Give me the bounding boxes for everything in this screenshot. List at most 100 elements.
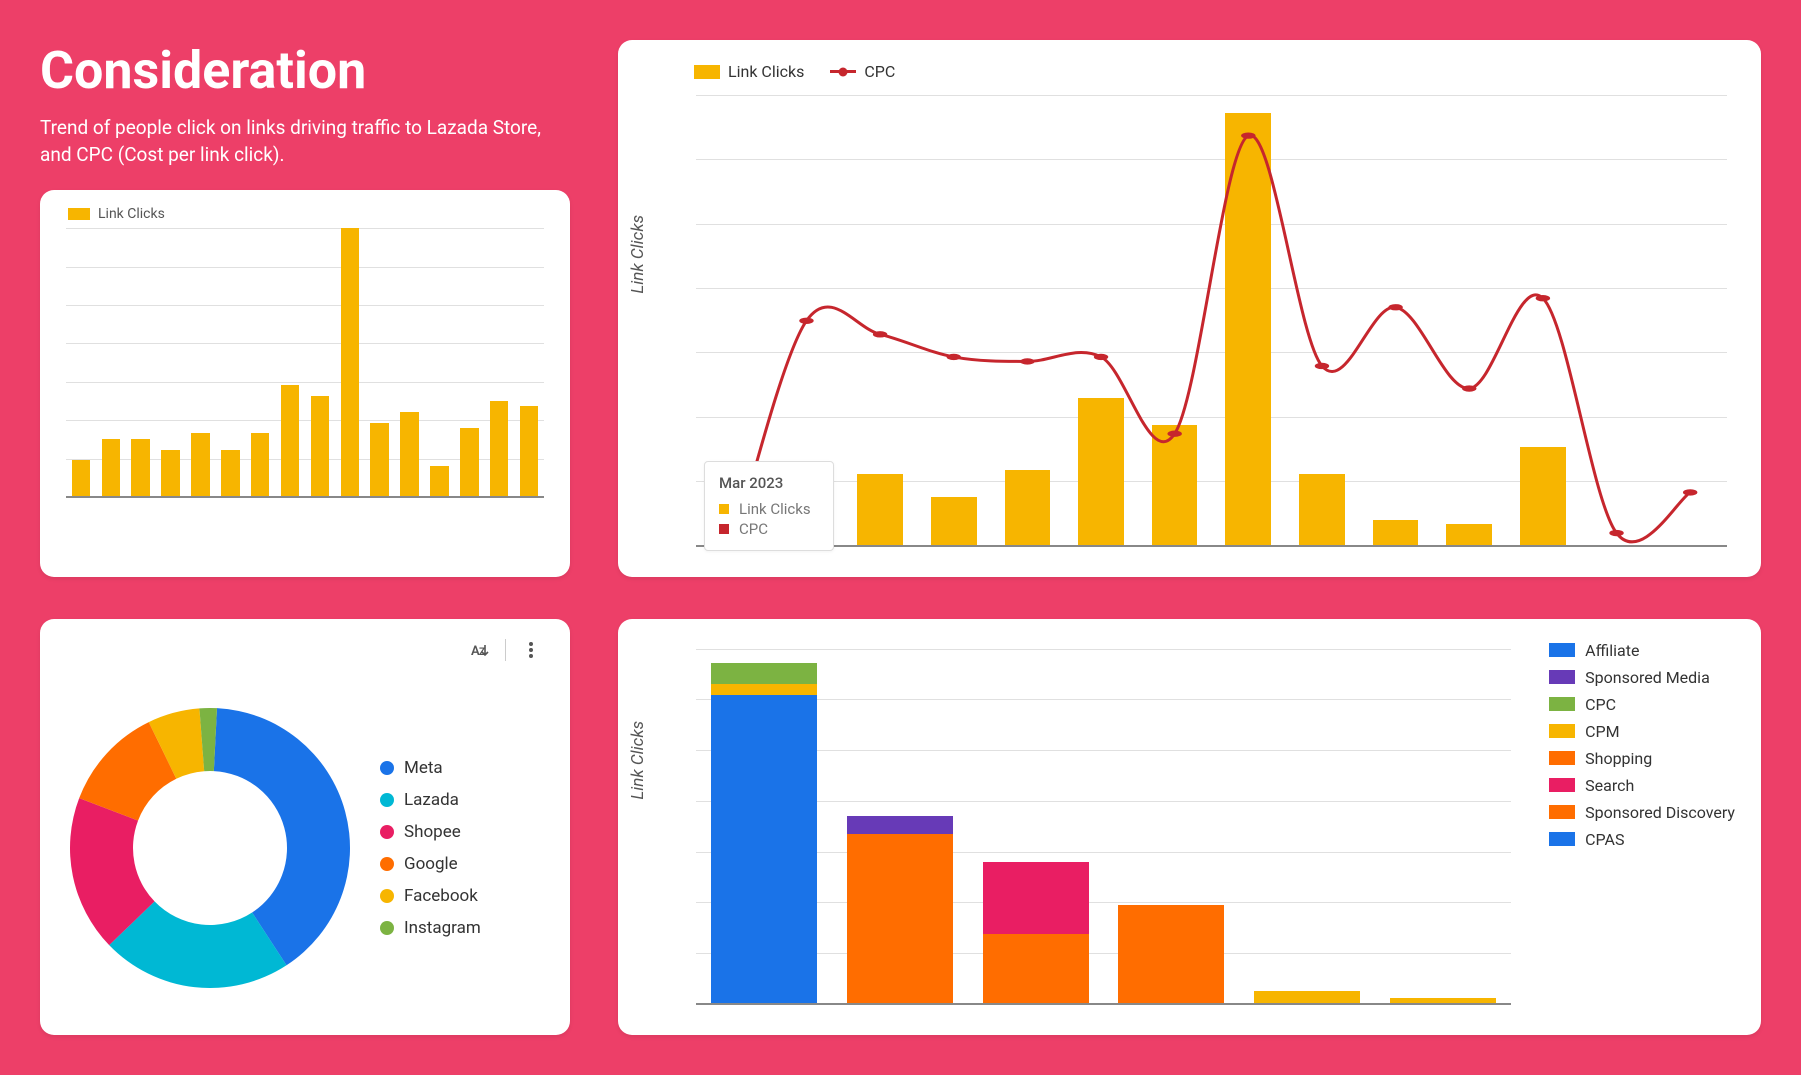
cpc-point[interactable] xyxy=(1536,295,1550,301)
stacked-bar[interactable] xyxy=(1390,649,1496,1005)
mini-bar[interactable] xyxy=(311,396,330,499)
stacked-bar[interactable] xyxy=(711,649,817,1005)
mini-bar[interactable] xyxy=(370,423,389,499)
cpc-point[interactable] xyxy=(1167,431,1181,437)
stack-segment-sponsored_media[interactable] xyxy=(847,816,953,834)
page-title: Consideration xyxy=(40,40,570,101)
stack-segment-cpc_cat[interactable] xyxy=(711,663,817,684)
stacked-ylabel: Link Clicks xyxy=(628,721,648,800)
donut-legend-item[interactable]: Shopee xyxy=(380,822,481,842)
stack-legend-item[interactable]: CPM xyxy=(1549,722,1735,741)
mini-bar[interactable] xyxy=(281,385,300,498)
cpc-line[interactable] xyxy=(733,135,1690,546)
mini-bar[interactable] xyxy=(341,228,360,498)
mini-bar[interactable] xyxy=(520,406,539,498)
mini-bar[interactable] xyxy=(191,433,210,498)
cpc-point[interactable] xyxy=(947,354,961,360)
stacked-bar[interactable] xyxy=(1118,649,1224,1005)
combo-chart-card: Link Clicks CPC Link Clicks Mar 2023 Lin… xyxy=(618,40,1761,577)
stacked-bar[interactable] xyxy=(983,649,1089,1005)
stack-legend-item[interactable]: Search xyxy=(1549,776,1735,795)
donut-chart[interactable] xyxy=(70,708,350,988)
stacked-bar-card: Link Clicks Affiliate Sponsored Media CPC C… xyxy=(618,619,1761,1035)
stack-legend-item[interactable]: CPC xyxy=(1549,695,1735,714)
sort-az-button[interactable]: AZ xyxy=(461,635,499,665)
link-clicks-swatch xyxy=(694,65,720,79)
stack-legend-item[interactable]: Sponsored Discovery xyxy=(1549,803,1735,822)
legend-label: Lazada xyxy=(404,790,459,810)
mini-bar[interactable] xyxy=(251,433,270,498)
legend-label: CPM xyxy=(1585,722,1619,741)
stacked-bar[interactable] xyxy=(847,649,953,1005)
legend-swatch xyxy=(1549,724,1575,738)
mini-bar[interactable] xyxy=(221,450,240,499)
mini-legend-label: Link Clicks xyxy=(98,206,165,222)
donut-card: AZ Meta Lazada Shopee Google Facebook Instagr… xyxy=(40,619,570,1035)
legend-dot xyxy=(380,921,394,935)
legend-dot xyxy=(380,825,394,839)
legend-swatch xyxy=(1549,751,1575,765)
legend-label: CPC xyxy=(1585,695,1616,714)
stack-segment-sponsored_discovery[interactable] xyxy=(847,834,953,1005)
cpc-point[interactable] xyxy=(873,331,887,337)
donut-legend-item[interactable]: Instagram xyxy=(380,918,481,938)
donut-legend-item[interactable]: Facebook xyxy=(380,886,481,906)
stack-legend-item[interactable]: CPAS xyxy=(1549,830,1735,849)
stack-segment-cpas[interactable] xyxy=(711,695,817,1005)
legend-dot xyxy=(380,761,394,775)
toolbar-divider xyxy=(505,639,506,661)
donut-legend-item[interactable]: Google xyxy=(380,854,481,874)
mini-bar[interactable] xyxy=(72,460,91,498)
cpc-point[interactable] xyxy=(1094,354,1108,360)
donut-legend-item[interactable]: Lazada xyxy=(380,790,481,810)
stack-segment-shopping[interactable] xyxy=(983,934,1089,1005)
mini-bar[interactable] xyxy=(102,439,121,498)
tooltip-swatch xyxy=(719,504,729,514)
stack-segment-search[interactable] xyxy=(983,862,1089,933)
mini-bar[interactable] xyxy=(161,450,180,499)
cpc-point[interactable] xyxy=(1462,385,1476,391)
cpc-swatch xyxy=(830,70,856,73)
mini-bar[interactable] xyxy=(460,428,479,498)
stack-legend-item[interactable]: Sponsored Media xyxy=(1549,668,1735,687)
mini-bar-card: Link Clicks xyxy=(40,190,570,576)
mini-bar[interactable] xyxy=(131,439,150,498)
cpc-point[interactable] xyxy=(1609,530,1623,536)
legend-label: Shopping xyxy=(1585,749,1652,768)
legend-swatch xyxy=(1549,805,1575,819)
legend-swatch xyxy=(1549,697,1575,711)
page-subtitle: Trend of people click on links driving t… xyxy=(40,115,570,168)
combo-legend-cpc: CPC xyxy=(864,62,895,81)
legend-label: Sponsored Media xyxy=(1585,668,1710,687)
cpc-point[interactable] xyxy=(1020,358,1034,364)
mini-bar[interactable] xyxy=(490,401,509,498)
stack-legend-item[interactable]: Shopping xyxy=(1549,749,1735,768)
link-clicks-swatch xyxy=(68,208,90,220)
more-options-button[interactable] xyxy=(512,635,550,665)
legend-dot xyxy=(380,889,394,903)
mini-bar[interactable] xyxy=(400,412,419,498)
cpc-point[interactable] xyxy=(1683,489,1697,495)
stack-segment-shopping[interactable] xyxy=(1118,905,1224,1005)
legend-label: Sponsored Discovery xyxy=(1585,803,1735,822)
legend-dot xyxy=(380,793,394,807)
cpc-point[interactable] xyxy=(1388,304,1402,310)
cpc-point[interactable] xyxy=(799,318,813,324)
donut-legend-item[interactable]: Meta xyxy=(380,758,481,778)
stack-segment-cpm[interactable] xyxy=(711,684,817,695)
legend-label: Meta xyxy=(404,758,443,778)
cpc-point[interactable] xyxy=(1241,132,1255,138)
tooltip-label: CPC xyxy=(739,520,768,538)
legend-label: Shopee xyxy=(404,822,461,842)
mini-bar[interactable] xyxy=(430,466,449,498)
cpc-point[interactable] xyxy=(1315,363,1329,369)
legend-label: CPAS xyxy=(1585,830,1624,849)
stack-legend-item[interactable]: Affiliate xyxy=(1549,641,1735,660)
legend-label: Facebook xyxy=(404,886,478,906)
legend-label: Search xyxy=(1585,776,1634,795)
tooltip-label: Link Clicks xyxy=(739,500,811,518)
combo-legend-link-clicks: Link Clicks xyxy=(728,62,804,81)
legend-label: Affiliate xyxy=(1585,641,1639,660)
legend-label: Instagram xyxy=(404,918,481,938)
stacked-bar[interactable] xyxy=(1254,649,1360,1005)
